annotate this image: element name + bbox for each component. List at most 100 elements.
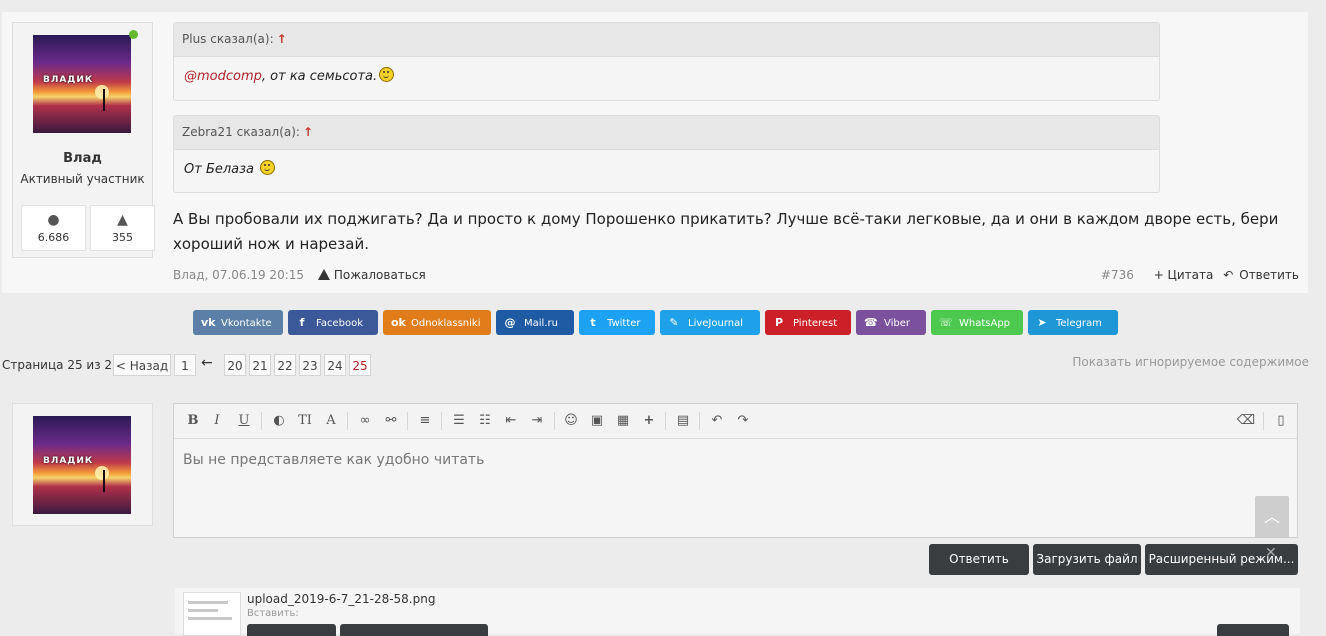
- reply-icon: ↶: [1223, 268, 1234, 282]
- pager-page[interactable]: 24: [324, 354, 346, 376]
- reply-user-info: ВЛАДИК: [12, 403, 153, 526]
- editor-text-area[interactable]: Вы не представляете как удобно читать: [183, 452, 484, 468]
- quote-jump-icon[interactable]: ↑: [303, 125, 313, 139]
- toolbar-separator: [665, 412, 666, 430]
- indent-icon[interactable]: ⇥: [526, 410, 548, 432]
- toolbar-separator: [407, 412, 408, 430]
- source-icon[interactable]: ▯: [1270, 410, 1292, 432]
- undo-icon[interactable]: ↶: [706, 410, 728, 432]
- reply-editor: B I U ◐ TI A ∞ ⚯ ≡ ☰ ☷ ⇤ ⇥ ☺ ▣ ▦ + ▤ ↶ ↷…: [173, 403, 1298, 538]
- twitter-icon: t: [590, 316, 596, 329]
- insert-icon[interactable]: +: [638, 410, 660, 432]
- media-icon[interactable]: ▦: [612, 410, 634, 432]
- post-message-line: хороший нож и нарезай.: [173, 235, 369, 253]
- chevron-up-icon: ︿: [1263, 507, 1280, 526]
- avatar[interactable]: ВЛАДИК: [33, 416, 131, 514]
- image-icon[interactable]: ▣: [586, 410, 608, 432]
- share-pinterest-button[interactable]: P Pinterest: [765, 310, 851, 335]
- pager-prev-button[interactable]: < Назад: [113, 354, 171, 376]
- share-twitter-button[interactable]: t Twitter: [579, 310, 655, 335]
- bullet-list-icon[interactable]: ☰: [448, 410, 470, 432]
- quote-button[interactable]: + Цитата: [1154, 268, 1214, 282]
- bold-icon[interactable]: B: [182, 410, 204, 432]
- pager-page[interactable]: 21: [249, 354, 271, 376]
- insert-thumbnail-button[interactable]: [247, 624, 336, 636]
- likes-stat: ▲ 355: [90, 205, 155, 251]
- toolbar-separator: [261, 412, 262, 430]
- quote-header: Zebra21 сказал(а): ↑: [174, 116, 1159, 150]
- show-ignored-link[interactable]: Показать игнорируемое содержимое: [1072, 355, 1309, 369]
- share-label: Twitter: [607, 318, 641, 329]
- thumbs-up-icon: ▲: [117, 212, 128, 228]
- delete-attachment-button[interactable]: [1217, 624, 1289, 636]
- post-user-info: ВЛАДИК Влад Активный участник ● 6.686 ▲ …: [12, 22, 155, 258]
- pinterest-icon: P: [774, 316, 784, 329]
- odnoklassniki-icon: ok: [391, 316, 406, 329]
- share-facebook-button[interactable]: f Facebook: [288, 310, 378, 335]
- share-mailru-button[interactable]: @ Mail.ru: [496, 310, 574, 335]
- font-icon[interactable]: A: [320, 410, 342, 432]
- quote-body: @modcomp, от ка семьсота.: [174, 57, 1159, 97]
- avatar-image: ВЛАДИК: [33, 35, 131, 133]
- numbered-list-icon[interactable]: ☷: [474, 410, 496, 432]
- share-vkontakte-button[interactable]: vk Vkontakte: [193, 310, 283, 335]
- pager-page[interactable]: 22: [274, 354, 296, 376]
- reply-submit-button[interactable]: Ответить: [929, 544, 1029, 575]
- attachment-thumbnail[interactable]: [183, 592, 241, 636]
- upload-file-button[interactable]: Загрузить файл: [1033, 544, 1141, 575]
- smilie-icon[interactable]: ☺: [560, 410, 582, 432]
- avatar[interactable]: ВЛАДИК: [33, 30, 138, 133]
- font-size-icon[interactable]: TI: [294, 410, 316, 432]
- facebook-icon: f: [299, 316, 305, 329]
- likes-count: 355: [112, 231, 133, 244]
- toolbar-separator: [1263, 412, 1264, 430]
- share-viber-button[interactable]: ☎ Viber: [856, 310, 926, 335]
- share-label: LiveJournal: [688, 318, 744, 329]
- quote-author[interactable]: Plus сказал(а):: [182, 32, 274, 46]
- outdent-icon[interactable]: ⇤: [500, 410, 522, 432]
- quote-text: , от ка семьсота.: [261, 69, 378, 84]
- pager-page[interactable]: 20: [224, 354, 246, 376]
- link-icon[interactable]: ∞: [354, 410, 376, 432]
- toolbar-separator: [441, 412, 442, 430]
- smiley-icon: [379, 67, 395, 82]
- close-icon[interactable]: ✕: [1265, 545, 1277, 561]
- messages-icon: ●: [47, 212, 60, 228]
- share-whatsapp-button[interactable]: ☏ WhatsApp: [931, 310, 1023, 335]
- attachment-insert-label: Вставить:: [247, 608, 299, 619]
- reply-link[interactable]: Ответить: [1239, 268, 1299, 282]
- share-label: Telegram: [1056, 318, 1102, 329]
- quote-body: От Белаза: [174, 150, 1159, 190]
- toolbar-separator: [699, 412, 700, 430]
- quote-jump-icon[interactable]: ↑: [277, 32, 287, 46]
- save-draft-icon[interactable]: ▤: [672, 410, 694, 432]
- post-number-link[interactable]: #736: [1101, 268, 1134, 282]
- user-mention[interactable]: @modcomp: [184, 69, 262, 84]
- vk-icon: vk: [201, 316, 216, 329]
- align-icon[interactable]: ≡: [414, 410, 436, 432]
- share-odnoklassniki-button[interactable]: ok Odnoklassniki: [383, 310, 491, 335]
- pager-page[interactable]: 23: [299, 354, 321, 376]
- report-link[interactable]: Пожаловаться: [317, 268, 426, 282]
- quote-author[interactable]: Zebra21 сказал(а):: [182, 125, 300, 139]
- toolbar-separator: [347, 412, 348, 430]
- share-label: Mail.ru: [524, 318, 558, 329]
- unlink-icon[interactable]: ⚯: [380, 410, 402, 432]
- remove-format-icon[interactable]: ⌫: [1235, 410, 1257, 432]
- share-label: Odnoklassniki: [411, 318, 481, 329]
- scroll-to-top-button[interactable]: ︿: [1255, 496, 1289, 538]
- pager-page-first[interactable]: 1: [174, 354, 196, 376]
- insert-full-image-button[interactable]: [340, 624, 488, 636]
- pager-page-current[interactable]: 25: [349, 354, 371, 376]
- messages-count: 6.686: [37, 231, 70, 244]
- username[interactable]: Влад: [13, 151, 152, 166]
- post-author-date[interactable]: Влад, 07.06.19 20:15: [173, 268, 304, 282]
- attachment-filename[interactable]: upload_2019-6-7_21-28-58.png: [247, 592, 435, 606]
- underline-icon[interactable]: U: [233, 410, 255, 432]
- avatar-sun: [95, 466, 109, 480]
- share-telegram-button[interactable]: ➤ Telegram: [1028, 310, 1118, 335]
- color-icon[interactable]: ◐: [268, 410, 290, 432]
- italic-icon[interactable]: I: [206, 410, 228, 432]
- share-livejournal-button[interactable]: ✎ LiveJournal: [660, 310, 760, 335]
- redo-icon[interactable]: ↷: [732, 410, 754, 432]
